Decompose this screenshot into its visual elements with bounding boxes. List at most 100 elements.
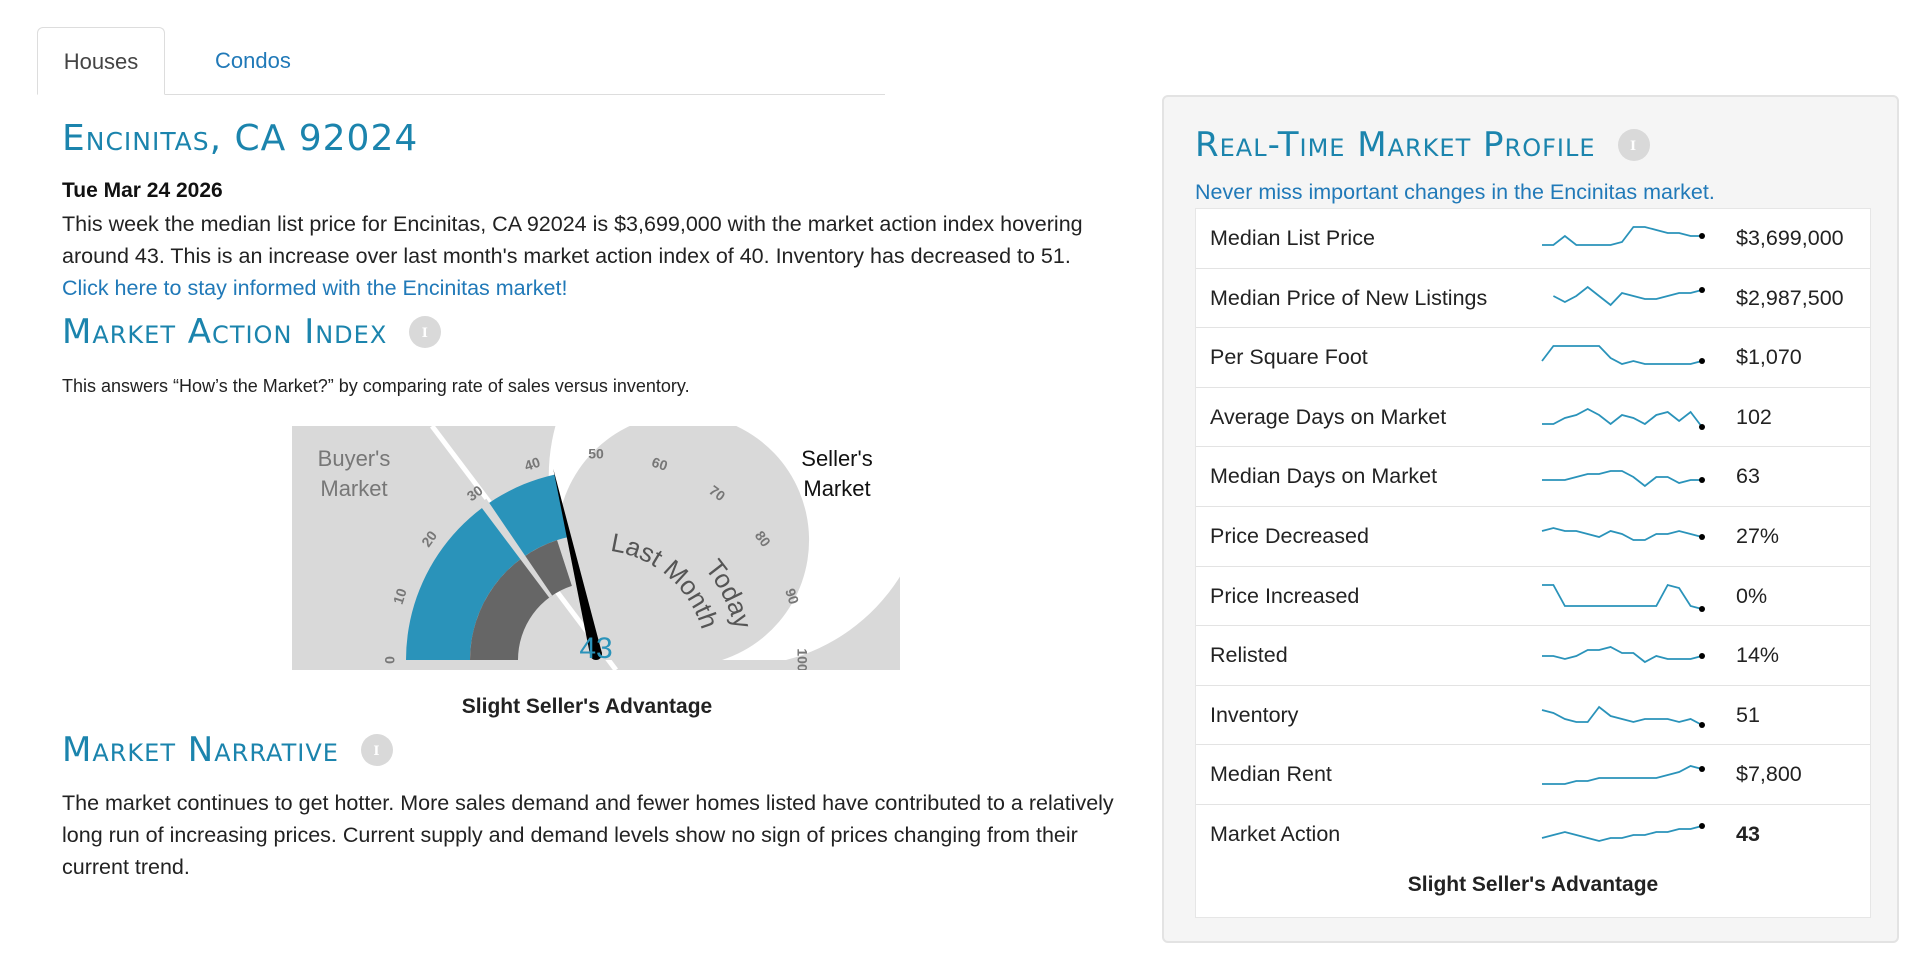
market-action-index-heading: Market Action Index i	[62, 312, 442, 352]
sparkline-endpoint	[1699, 721, 1705, 728]
profile-row-label: Median Price of New Listings	[1210, 285, 1488, 310]
profile-row-value: $3,699,000	[1736, 226, 1844, 250]
sellers-market-label: Seller's	[801, 446, 872, 471]
profile-row-sparkline	[1542, 646, 1705, 664]
sparkline-endpoint	[1699, 605, 1705, 612]
profile-row-label: Median Rent	[1210, 762, 1332, 787]
profile-row-sparkline	[1542, 407, 1705, 430]
profile-row-label: Per Square Foot	[1210, 345, 1368, 370]
sparkline-endpoint	[1699, 358, 1705, 365]
profile-row-value: 51	[1736, 702, 1760, 727]
sparkline-endpoint	[1699, 766, 1705, 773]
market-action-index-title: Market Action Index	[62, 312, 388, 352]
profile-row: Average Days on Market 102	[1196, 388, 1870, 448]
page: Houses Condos Encinitas, CA 92024 Tue Ma…	[0, 0, 1920, 956]
market-narrative-title: Market Narrative	[62, 730, 339, 770]
sellers-market-label: Market	[803, 476, 870, 501]
profile-row: Price Decreased 27%	[1196, 507, 1870, 567]
gauge-caption: Slight Seller's Advantage	[461, 695, 713, 718]
profile-row-value: 27%	[1736, 523, 1780, 548]
location-title: Encinitas, CA 92024	[62, 118, 419, 159]
sparkline-path	[1541, 825, 1703, 842]
gauge-tick-label: 50	[588, 446, 604, 462]
profile-row-sparkline	[1542, 765, 1705, 786]
profile-row-label: Price Decreased	[1210, 523, 1369, 548]
profile-row-value: 102	[1736, 404, 1772, 429]
profile-row: Per Square Foot $1,070	[1196, 328, 1870, 388]
profile-row-sparkline	[1542, 226, 1705, 246]
profile-row: Inventory 51	[1196, 686, 1870, 746]
profile-row-value: $7,800	[1736, 762, 1802, 787]
profile-rows: Median List Price $3,699,000 Median Price …	[1196, 209, 1870, 865]
market-profile-panel: Real-Time Market Profile i Never miss im…	[1162, 95, 1899, 943]
profile-row-label: Inventory	[1210, 702, 1299, 727]
market-action-gauge: 0 10 20 30 40 50 60 70 80 90 100 Buyer's Market Selle…	[292, 285, 929, 672]
sparkline-path	[1542, 407, 1703, 428]
sparkline-path	[1541, 527, 1703, 541]
profile-row-value: $1,070	[1736, 345, 1802, 370]
profile-row: Relisted 14%	[1196, 626, 1870, 686]
profile-row-sparkline	[1542, 583, 1705, 612]
sparkline-path	[1542, 470, 1702, 488]
profile-row-value: $2,987,500	[1736, 285, 1844, 310]
profile-row-sparkline	[1541, 705, 1705, 728]
sparkline-endpoint	[1699, 822, 1705, 829]
market-narrative-heading: Market Narrative i	[62, 730, 393, 770]
buyers-market-label: Market	[320, 476, 387, 501]
profile-row-value: 63	[1736, 464, 1760, 489]
gauge-value: 43	[579, 632, 612, 665]
market-profile-title: Real-Time Market Profile	[1195, 125, 1596, 165]
profile-row-label: Average Days on Market	[1210, 404, 1447, 429]
profile-row-sparkline	[1552, 285, 1705, 306]
sparkline-endpoint	[1699, 423, 1705, 430]
sparkline-path	[1542, 226, 1702, 246]
sparkline-path	[1542, 765, 1703, 786]
profile-row-label: Median Days on Market	[1210, 464, 1438, 489]
info-icon[interactable]: i	[360, 734, 393, 766]
tab-houses[interactable]: Houses	[37, 27, 165, 95]
market-profile-subtitle: Never miss important changes in the Enci…	[1195, 180, 1715, 204]
profile-row: Median Days on Market 63	[1196, 447, 1870, 507]
gauge-tick-label: 0	[382, 656, 398, 664]
gauge-svg: 0102030405060708090100Buyer'sMarketSelle…	[292, 285, 929, 672]
profile-row-sparkline	[1542, 470, 1705, 488]
profile-row-sparkline	[1541, 345, 1705, 366]
profile-row: Median Price of New Listings $2,987,500	[1196, 269, 1870, 329]
property-type-tabs: Houses Condos	[37, 27, 885, 95]
profile-row-value: 43	[1736, 821, 1760, 846]
profile-caption: Slight Seller's Advantage	[1407, 872, 1659, 896]
info-icon[interactable]: i	[1617, 129, 1650, 161]
profile-row: Median List Price $3,699,000	[1196, 209, 1870, 269]
sparkline-endpoint	[1699, 233, 1705, 239]
market-profile-table: Median List Price $3,699,000 Median Price …	[1195, 208, 1871, 918]
profile-row-label: Price Increased	[1210, 583, 1360, 608]
market-summary: This week the median list price for Enci…	[62, 208, 1092, 304]
tab-condos[interactable]: Condos	[190, 27, 316, 95]
sparkline-path	[1542, 583, 1703, 610]
market-narrative-text: The market continues to get hotter. More…	[62, 791, 1114, 879]
profile-row: Market Action 43	[1196, 805, 1870, 865]
sparkline-path	[1541, 345, 1703, 366]
info-icon[interactable]: i	[409, 316, 442, 348]
profile-row: Price Increased 0%	[1196, 567, 1870, 627]
sparkline-path	[1552, 285, 1703, 306]
profile-row-sparkline	[1541, 527, 1705, 541]
profile-row-label: Relisted	[1210, 643, 1288, 668]
sparkline-endpoint	[1699, 533, 1705, 540]
profile-row-label: Market Action	[1210, 821, 1341, 846]
sparkline-endpoint	[1699, 286, 1705, 293]
report-date: Tue Mar 24 2026	[62, 179, 223, 202]
stay-informed-link[interactable]: Click here to stay informed with the Enc…	[62, 276, 567, 300]
profile-row-value: 14%	[1736, 643, 1780, 668]
buyers-market-label: Buyer's	[318, 446, 391, 471]
market-profile-heading: Real-Time Market Profile i	[1195, 125, 1650, 165]
profile-row: Median Rent $7,800	[1196, 745, 1870, 805]
market-action-description: This answers “How’s the Market?” by comp…	[62, 376, 690, 396]
profile-row-sparkline	[1541, 822, 1705, 842]
summary-text: This week the median list price for Enci…	[62, 212, 1083, 268]
profile-row-label: Median List Price	[1210, 226, 1375, 250]
sparkline-path	[1542, 646, 1703, 664]
gauge-tick-label: 100	[794, 648, 810, 670]
sparkline-endpoint	[1699, 477, 1705, 484]
sparkline-path	[1541, 705, 1703, 726]
